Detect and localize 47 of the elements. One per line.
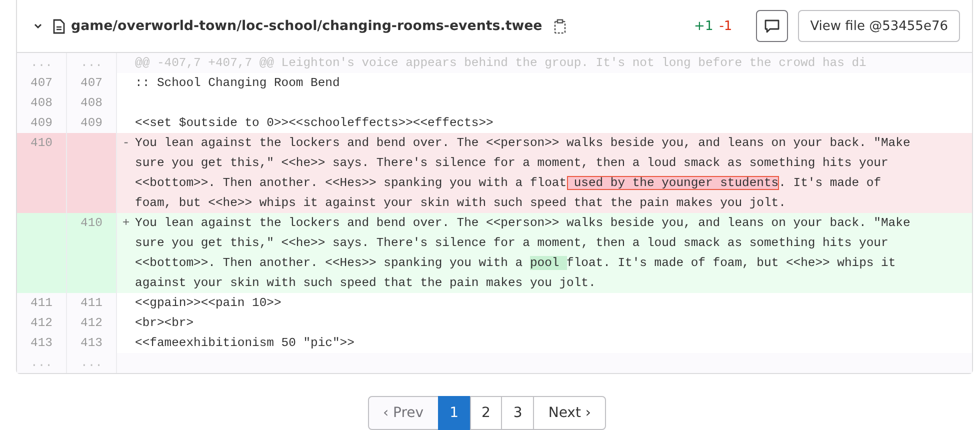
- code-text: . It's made of: [778, 176, 882, 190]
- page-button[interactable]: 2: [470, 396, 502, 430]
- line-number: 412: [67, 313, 117, 333]
- code-text: <<fameexhibitionism 50 "pic">>: [135, 336, 354, 350]
- line-number: 408: [17, 93, 67, 113]
- page-button[interactable]: 1: [438, 396, 470, 430]
- file-icon: [53, 18, 65, 34]
- page-button[interactable]: 3: [501, 396, 534, 430]
- code-text: @@ -407,7 +407,7 @@ Leighton's voice appears behind the group. It's not long before the crowd has di: [135, 56, 866, 70]
- diff-sign: -: [122, 136, 130, 150]
- line-number: 413: [67, 333, 117, 353]
- code-text: <<bottom>>. Then another. <<Hes>> spanking you with a float: [135, 176, 567, 190]
- code-text: You lean against the lockers and bend over. The <<person>> walks beside you, and leans on your back. "Make: [135, 216, 910, 230]
- changed-text: used by the younger students: [566, 176, 779, 190]
- line-number: 409: [17, 113, 67, 133]
- next-button[interactable]: Next ›: [533, 396, 606, 430]
- code-text: You lean against the lockers and bend over. The <<person>> walks beside you, and leans on your back. "Make: [135, 136, 910, 150]
- deletions-count: -1: [719, 18, 732, 34]
- additions-count: +1: [694, 18, 714, 34]
- code-text: foam, but <<he>> whips it against your skin with such speed that the pain makes you jolt.: [135, 196, 786, 210]
- code-text: sure you get this," <<he>> says. There's silence for a moment, then a loud smack as something hits your: [135, 236, 888, 250]
- file-path: game/overworld-town/loc-school/changing-rooms-events.twee: [71, 18, 542, 34]
- code-text: <<gpain>><<pain 10>>: [135, 296, 282, 310]
- changed-text: pool: [530, 256, 567, 270]
- comment-button[interactable]: [756, 10, 788, 42]
- line-number: 411: [17, 293, 67, 313]
- line-number: 408: [67, 93, 117, 113]
- view-file-button[interactable]: View file @53455e76: [798, 10, 960, 42]
- code-text: against your skin with such speed that the pain makes you jolt.: [135, 276, 596, 290]
- line-number: 409: [67, 113, 117, 133]
- code-text: <<set $outside to 0>><<schooleffects>><<effects>>: [135, 116, 494, 130]
- line-number: 412: [17, 313, 67, 333]
- line-number: 410: [67, 213, 117, 293]
- code-text: sure you get this," <<he>> says. There's silence for a moment, then a loud smack as something hits your: [135, 156, 888, 170]
- line-number: 407: [17, 73, 67, 93]
- code-text: :: School Changing Room Bend: [135, 76, 340, 90]
- code-text: <br><br>: [135, 316, 194, 330]
- code-text: float. It's made of foam, but <<he>> whips it: [566, 256, 896, 270]
- code-text: <<bottom>>. Then another. <<Hes>> spanking you with a: [135, 256, 524, 270]
- chevron-icon[interactable]: [33, 21, 43, 31]
- diff-sign: +: [122, 216, 130, 230]
- copy-icon[interactable]: [554, 18, 566, 34]
- line-number: 410: [17, 133, 67, 213]
- line-number: 413: [17, 333, 67, 353]
- comment-icon: [764, 18, 780, 34]
- line-number: 411: [67, 293, 117, 313]
- line-number: 407: [67, 73, 117, 93]
